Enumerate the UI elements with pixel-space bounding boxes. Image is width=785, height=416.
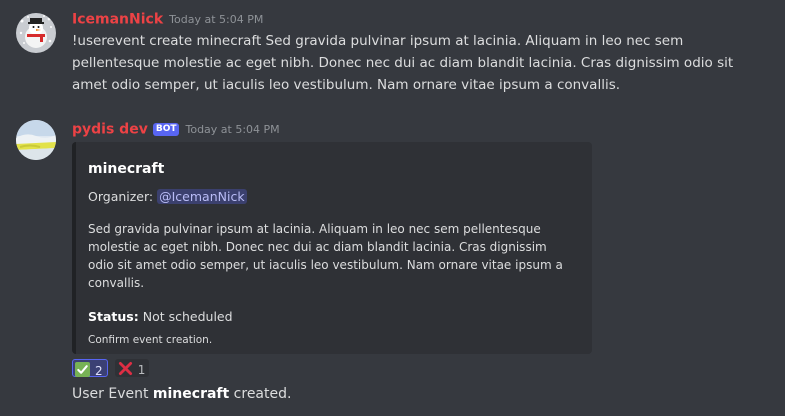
embed-status-field: Status: Not scheduled [88, 308, 576, 326]
timestamp: Today at 5:04 PM [169, 12, 264, 26]
username[interactable]: pydis dev [72, 122, 148, 138]
reaction-count: 1 [137, 362, 146, 377]
reaction-check[interactable]: 2 [72, 359, 108, 378]
embed-organizer-field: Organizer: @IcemanNick [88, 188, 576, 206]
created-event-name: minecraft [152, 386, 230, 402]
username[interactable]: IcemanNick [72, 12, 163, 28]
created-prefix: User Event [72, 386, 149, 402]
message-header: IcemanNick Today at 5:04 PM [72, 9, 263, 30]
landscape-avatar-icon[interactable] [16, 120, 56, 160]
check-mark-icon [75, 362, 90, 377]
status-label: Status: [88, 309, 139, 324]
cross-mark-icon [118, 361, 132, 376]
snowman-avatar-icon[interactable] [16, 13, 56, 53]
embed-description: Sed gravida pulvinar ipsum at lacinia. A… [88, 222, 563, 290]
organizer-label: Organizer: [88, 189, 154, 204]
event-created-message: User Event minecraft created. [72, 384, 291, 404]
timestamp: Today at 5:04 PM [185, 122, 280, 136]
reaction-count: 2 [95, 363, 103, 378]
organizer-mention[interactable]: @IcemanNick [157, 189, 247, 204]
message-text: !userevent create minecraft Sed gravida … [72, 33, 734, 93]
bot-tag-badge: BOT [152, 123, 180, 136]
message-header: pydis dev BOT Today at 5:04 PM [72, 119, 280, 140]
embed-footer: Confirm event creation. [88, 334, 213, 346]
event-embed: minecraft Organizer: @IcemanNick Sed gra… [72, 142, 592, 354]
created-suffix: created. [233, 386, 292, 402]
status-value: Not scheduled [142, 309, 233, 324]
reaction-cross[interactable]: 1 [114, 359, 150, 377]
embed-title: minecraft [88, 161, 165, 177]
reactions-bar: 2 1 [72, 359, 151, 379]
